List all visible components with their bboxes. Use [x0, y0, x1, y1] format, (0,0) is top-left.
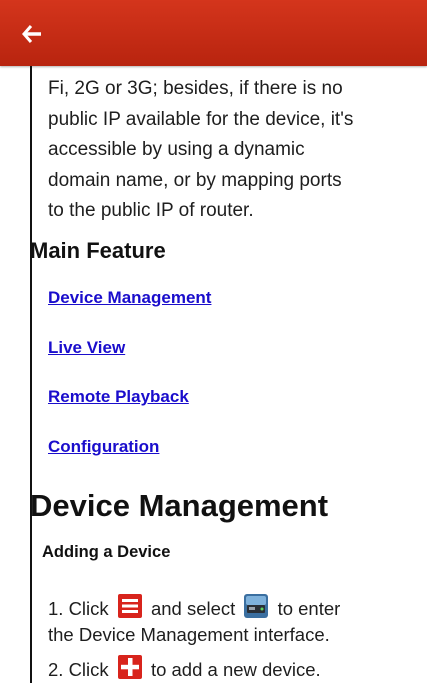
step-1-line-2: the Device Management interface. — [48, 624, 330, 645]
step-1-line-1: 1. Click and select to enter — [48, 594, 340, 623]
step-text: to enter — [277, 598, 341, 619]
back-button[interactable] — [22, 18, 62, 50]
step-text: to add a new device. — [150, 659, 321, 680]
intro-line: public IP available for the device, it's — [48, 108, 354, 130]
device-management-heading: Device Management — [30, 488, 329, 523]
arrow-left-icon — [22, 25, 41, 43]
menu-icon — [117, 594, 142, 623]
link-remote-playback[interactable]: Remote Playback — [48, 387, 189, 407]
device-icon — [244, 594, 269, 623]
link-device-management[interactable]: Device Management — [48, 288, 211, 308]
intro-line: to the public IP of router. — [48, 200, 254, 221]
step-2-line: 2. Click to add a new device. — [48, 655, 321, 683]
intro-line: domain name, or by mapping ports — [48, 169, 342, 191]
intro-paragraph: Fi, 2G or 3G; besides, if there is no pu… — [48, 74, 418, 227]
help-content[interactable]: Fi, 2G or 3G; besides, if there is no pu… — [0, 66, 427, 683]
app-bar — [0, 0, 427, 66]
step-text: 1. Click — [48, 598, 109, 619]
step-text: and select — [150, 598, 236, 619]
intro-line: accessible by using a dynamic — [48, 139, 305, 160]
adding-device-subheading: Adding a Device — [42, 543, 171, 561]
link-configuration[interactable]: Configuration — [48, 437, 159, 457]
intro-line: Fi, 2G or 3G; besides, if there is no — [48, 78, 343, 99]
step-text: 2. Click — [48, 659, 109, 680]
left-margin-line — [30, 66, 32, 683]
add-icon — [117, 655, 142, 683]
link-live-view[interactable]: Live View — [48, 338, 125, 358]
main-feature-heading: Main Feature — [30, 238, 166, 263]
